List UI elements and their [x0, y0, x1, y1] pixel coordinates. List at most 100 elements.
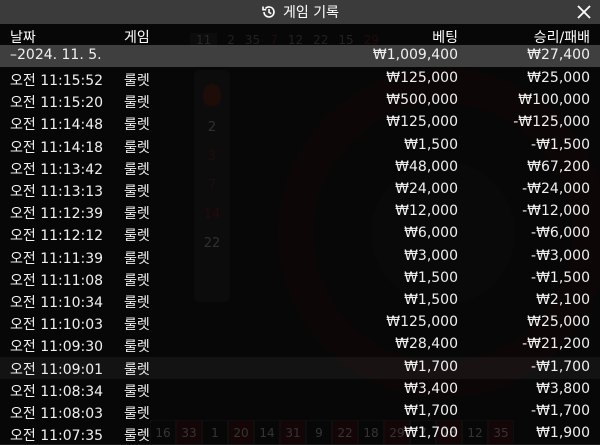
- row-result: -₩21,200: [522, 336, 590, 353]
- row-time: 오전 11:12:39: [10, 206, 104, 223]
- row-time: 오전 11:14:18: [10, 139, 104, 156]
- row-game: 룰렛: [124, 361, 150, 378]
- row-bet: ₩12,000: [395, 203, 458, 220]
- row-result: -₩24,000: [522, 181, 590, 197]
- row-game: 룰렛: [124, 339, 150, 356]
- row-result: -₩1,500: [531, 269, 590, 286]
- row-game: 룰렛: [124, 317, 150, 334]
- row-game: 룰렛: [124, 161, 150, 178]
- row-result: -₩125,000: [513, 114, 590, 131]
- row-time: 오전 11:09:30: [10, 339, 104, 356]
- history-row[interactable]: 오전 11:08:34 룰렛 ₩3,400 ₩3,800: [0, 379, 600, 401]
- column-header-bet[interactable]: 베팅: [432, 27, 458, 47]
- modal-titlebar: 게임 기록: [0, 0, 600, 24]
- row-bet: ₩6,000: [404, 225, 458, 242]
- summary-date: –2024. 11. 5.: [10, 47, 102, 63]
- row-time: 오전 11:08:34: [10, 383, 104, 400]
- history-row[interactable]: 오전 11:15:52 룰렛 ₩125,000 ₩25,000: [0, 68, 600, 90]
- row-bet: ₩125,000: [386, 70, 458, 86]
- row-game: 룰렛: [124, 250, 150, 267]
- row-result: ₩3,800: [536, 380, 590, 397]
- row-game: 룰렛: [124, 272, 150, 289]
- row-time: 오전 11:13:13: [10, 184, 104, 200]
- history-row[interactable]: 오전 11:14:18 룰렛 ₩1,500 -₩1,500: [0, 135, 600, 157]
- row-bet: ₩1,500: [404, 292, 458, 308]
- summary-result: ₩27,400: [527, 47, 590, 63]
- table-header: 날짜 게임 베팅 승리/패배: [0, 25, 600, 47]
- history-row[interactable]: 오전 11:12:12 룰렛 ₩6,000 -₩6,000: [0, 223, 600, 245]
- history-row[interactable]: 오전 11:12:39 룰렛 ₩12,000 -₩12,000: [0, 201, 600, 223]
- row-bet: ₩3,000: [404, 247, 458, 264]
- close-button[interactable]: [574, 2, 594, 22]
- row-time: 오전 11:08:03: [10, 406, 104, 422]
- history-row[interactable]: 오전 11:10:34 룰렛 ₩1,500 ₩2,100: [0, 290, 600, 312]
- row-result: ₩67,200: [527, 158, 590, 175]
- row-bet: ₩1,500: [404, 269, 458, 286]
- modal-title: 게임 기록: [283, 5, 339, 21]
- row-bet: ₩500,000: [386, 92, 458, 109]
- row-bet: ₩1,500: [404, 136, 458, 153]
- history-row[interactable]: 오전 11:11:39 룰렛 ₩3,000 -₩3,000: [0, 246, 600, 268]
- row-game: 룰렛: [124, 117, 150, 134]
- row-bet: ₩1,700: [404, 358, 458, 375]
- history-row[interactable]: 오전 11:07:35 룰렛 ₩1,700 ₩1,900: [0, 423, 600, 445]
- row-bet: ₩1,700: [404, 425, 458, 442]
- history-row[interactable]: 오전 11:09:01 룰렛 ₩1,700 -₩1,700: [0, 356, 600, 379]
- row-bet: ₩28,400: [395, 336, 458, 353]
- row-bet: ₩3,400: [404, 380, 458, 397]
- row-time: 오전 11:10:03: [10, 317, 104, 334]
- row-game: 룰렛: [124, 139, 150, 156]
- game-history-modal: 게임 기록 날짜 게임 베팅 승리/패배 –2024. 11. 5. ₩1,00…: [0, 0, 600, 444]
- row-game: 룰렛: [124, 184, 150, 200]
- row-bet: ₩1,700: [404, 403, 458, 419]
- close-icon: [577, 5, 591, 19]
- row-result: -₩3,000: [531, 247, 590, 264]
- history-row[interactable]: 오전 11:13:13 룰렛 ₩24,000 -₩24,000: [0, 179, 600, 201]
- row-time: 오전 11:13:42: [10, 161, 104, 178]
- row-time: 오전 11:07:35: [10, 428, 104, 445]
- history-row[interactable]: 오전 11:09:30 룰렛 ₩28,400 -₩21,200: [0, 334, 600, 356]
- row-result: -₩12,000: [522, 203, 590, 220]
- row-game: 룰렛: [124, 206, 150, 223]
- row-game: 룰렛: [124, 95, 150, 112]
- history-row[interactable]: 오전 11:15:20 룰렛 ₩500,000 ₩100,000: [0, 90, 600, 112]
- row-bet: ₩125,000: [386, 114, 458, 131]
- row-game: 룰렛: [124, 228, 150, 245]
- date-summary-row[interactable]: –2024. 11. 5. ₩1,009,400 ₩27,400: [0, 45, 600, 67]
- row-result: ₩100,000: [518, 92, 590, 109]
- row-result: -₩6,000: [531, 225, 590, 242]
- row-game: 룰렛: [124, 295, 150, 311]
- history-row[interactable]: 오전 11:11:08 룰렛 ₩1,500 -₩1,500: [0, 268, 600, 290]
- row-result: ₩25,000: [527, 70, 590, 86]
- row-game: 룰렛: [124, 406, 150, 422]
- row-game: 룰렛: [124, 383, 150, 400]
- row-time: 오전 11:12:12: [10, 228, 104, 245]
- history-row[interactable]: 오전 11:08:03 룰렛 ₩1,700 -₩1,700: [0, 401, 600, 423]
- row-result: -₩1,700: [531, 358, 590, 375]
- row-bet: ₩48,000: [395, 158, 458, 175]
- row-result: ₩25,000: [527, 314, 590, 331]
- history-row[interactable]: 오전 11:13:42 룰렛 ₩48,000 ₩67,200: [0, 157, 600, 179]
- column-header-date[interactable]: 날짜: [10, 27, 36, 47]
- row-result: ₩2,100: [536, 292, 590, 308]
- summary-bet: ₩1,009,400: [372, 47, 458, 63]
- row-game: 룰렛: [124, 428, 150, 445]
- history-icon: [261, 4, 277, 20]
- row-result: -₩1,500: [531, 136, 590, 153]
- row-bet: ₩24,000: [395, 181, 458, 197]
- row-game: 룰렛: [124, 73, 150, 89]
- row-result: -₩1,700: [531, 403, 590, 419]
- row-time: 오전 11:15:20: [10, 95, 104, 112]
- row-time: 오전 11:14:48: [10, 117, 104, 134]
- history-row[interactable]: 오전 11:14:48 룰렛 ₩125,000 -₩125,000: [0, 112, 600, 134]
- row-time: 오전 11:10:34: [10, 295, 104, 311]
- row-time: 오전 11:09:01: [10, 361, 104, 378]
- history-row[interactable]: 오전 11:10:03 룰렛 ₩125,000 ₩25,000: [0, 312, 600, 334]
- column-header-game[interactable]: 게임: [124, 27, 150, 47]
- row-time: 오전 11:15:52: [10, 73, 104, 89]
- row-time: 오전 11:11:08: [10, 272, 104, 289]
- column-header-result[interactable]: 승리/패배: [534, 27, 590, 47]
- row-time: 오전 11:11:39: [10, 250, 104, 267]
- row-result: ₩1,900: [536, 425, 590, 442]
- row-bet: ₩125,000: [386, 314, 458, 331]
